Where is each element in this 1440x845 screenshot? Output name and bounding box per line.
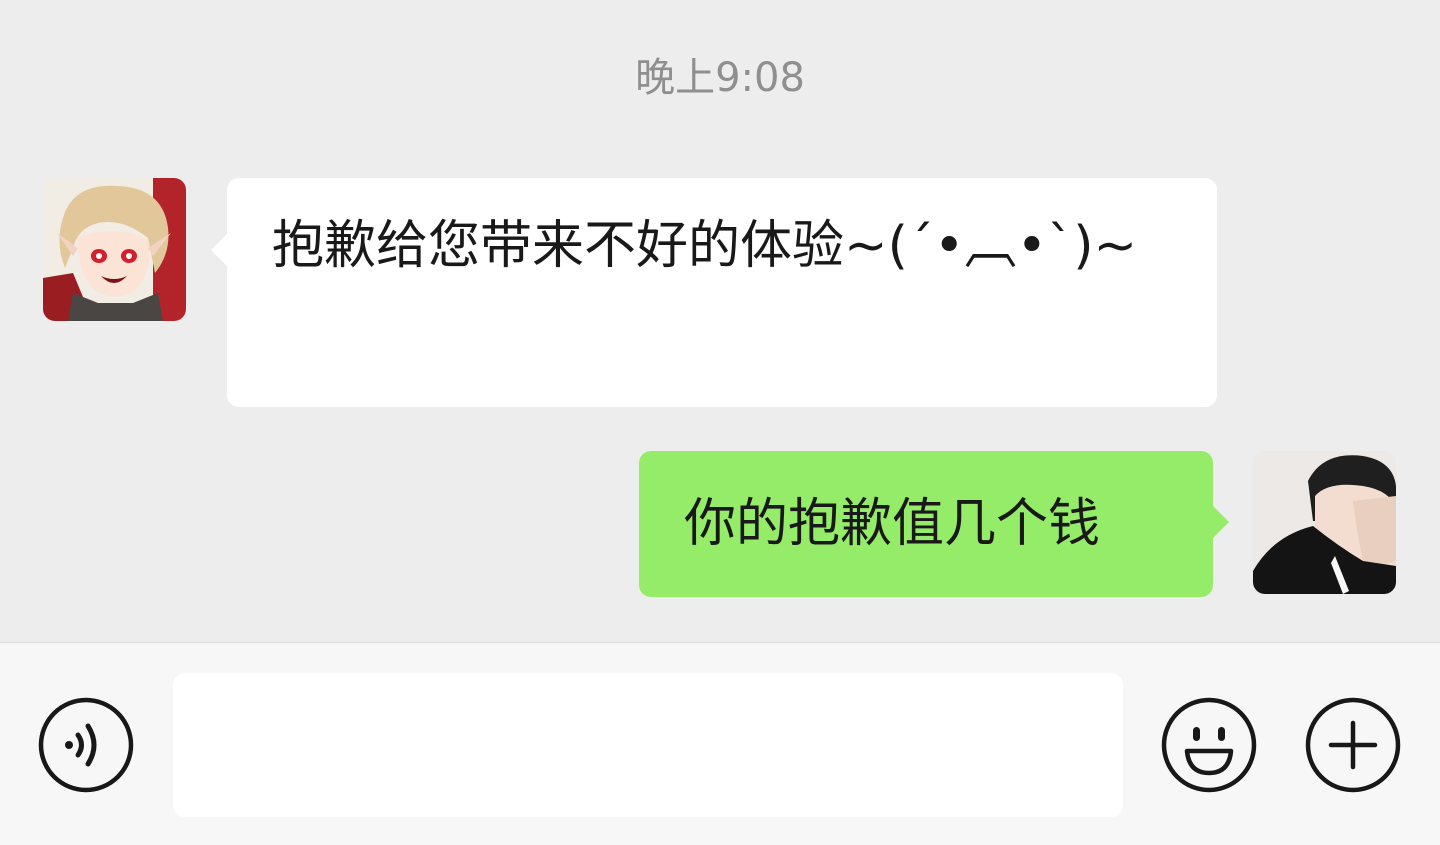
plus-icon	[1305, 697, 1401, 793]
emoji-button[interactable]	[1161, 697, 1257, 793]
incoming-message-bubble[interactable]: 抱歉给您带来不好的体验~(ˊ•︹•ˋ)~	[211, 178, 1217, 407]
more-button[interactable]	[1305, 697, 1401, 793]
emoji-icon	[1161, 697, 1257, 793]
outgoing-message-bubble[interactable]: 你的抱歉值几个钱	[639, 451, 1229, 597]
outgoing-avatar[interactable]	[1253, 451, 1396, 594]
chat-timestamp: 晚上9:08	[635, 55, 805, 101]
voice-button[interactable]	[38, 697, 134, 793]
anime-elf-girl-avatar-image	[43, 178, 186, 321]
incoming-message-text: 抱歉给您带来不好的体验~(ˊ•︹•ˋ)~	[272, 216, 1138, 276]
voice-icon	[38, 697, 134, 793]
input-bar	[0, 642, 1440, 845]
incoming-avatar[interactable]	[43, 178, 186, 321]
message-input[interactable]	[173, 673, 1123, 817]
outgoing-message-text: 你的抱歉值几个钱	[684, 494, 1101, 554]
user-photo-avatar-image	[1253, 451, 1396, 594]
